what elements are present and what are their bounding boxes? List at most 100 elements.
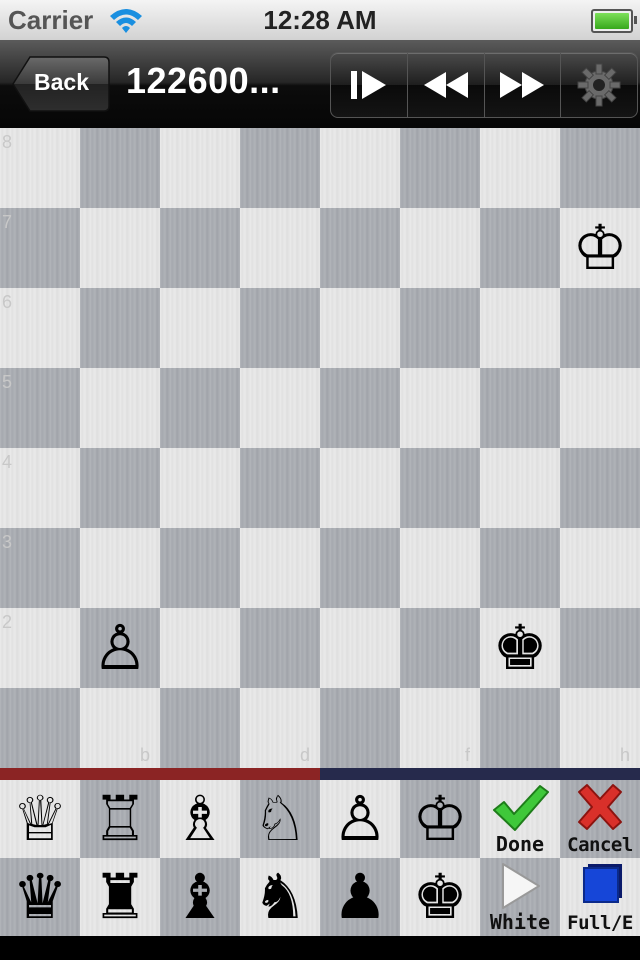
square-g8[interactable] — [480, 128, 560, 208]
square-a6[interactable]: 6 — [0, 288, 80, 368]
done-button[interactable]: Done — [480, 780, 560, 858]
square-d8[interactable] — [240, 128, 320, 208]
square-d2[interactable] — [240, 608, 320, 688]
square-g3[interactable] — [480, 528, 560, 608]
palette-black-queen[interactable]: ♛ — [0, 858, 80, 936]
square-a2[interactable]: 2 — [0, 608, 80, 688]
black-rook-icon: ♜ — [92, 860, 148, 933]
square-b1[interactable]: b — [80, 688, 160, 768]
square-h8[interactable] — [560, 128, 640, 208]
square-g5[interactable] — [480, 368, 560, 448]
square-c4[interactable] — [160, 448, 240, 528]
square-d7[interactable] — [240, 208, 320, 288]
square-c2[interactable] — [160, 608, 240, 688]
square-g1[interactable] — [480, 688, 560, 768]
black-king-icon[interactable]: ♚ — [492, 617, 548, 679]
palette-black-knight[interactable]: ♞ — [240, 858, 320, 936]
black-bishop-icon: ♝ — [172, 860, 228, 933]
square-c1[interactable] — [160, 688, 240, 768]
square-c7[interactable] — [160, 208, 240, 288]
side-to-move-button[interactable]: White — [480, 858, 560, 936]
rank-label: 6 — [2, 292, 13, 312]
palette-white-knight[interactable]: ♘ — [240, 780, 320, 858]
palette-white-king[interactable]: ♔ — [400, 780, 480, 858]
square-c5[interactable] — [160, 368, 240, 448]
square-f1[interactable]: f — [400, 688, 480, 768]
square-h3[interactable] — [560, 528, 640, 608]
palette-black-bishop[interactable]: ♝ — [160, 858, 240, 936]
square-e4[interactable] — [320, 448, 400, 528]
palette-white-bishop[interactable]: ♗ — [160, 780, 240, 858]
white-pawn-icon[interactable]: ♙ — [92, 617, 148, 679]
settings-button[interactable] — [560, 53, 637, 117]
palette-black-king[interactable]: ♚ — [400, 858, 480, 936]
bottom-strip — [0, 936, 640, 960]
square-a4[interactable]: 4 — [0, 448, 80, 528]
back-button[interactable]: Back — [12, 55, 110, 113]
square-b6[interactable] — [80, 288, 160, 368]
square-f5[interactable] — [400, 368, 480, 448]
square-f2[interactable] — [400, 608, 480, 688]
square-a7[interactable]: 7 — [0, 208, 80, 288]
square-b2[interactable]: ♙ — [80, 608, 160, 688]
square-a8[interactable]: 8 — [0, 128, 80, 208]
square-h7[interactable]: ♔ — [560, 208, 640, 288]
file-label: f — [464, 745, 470, 765]
square-e6[interactable] — [320, 288, 400, 368]
square-d4[interactable] — [240, 448, 320, 528]
square-f3[interactable] — [400, 528, 480, 608]
white-king-icon[interactable]: ♔ — [572, 217, 628, 279]
step-forward-button[interactable] — [331, 53, 407, 117]
square-a3[interactable]: 3 — [0, 528, 80, 608]
square-e1[interactable] — [320, 688, 400, 768]
square-g6[interactable] — [480, 288, 560, 368]
square-h6[interactable] — [560, 288, 640, 368]
file-label: h — [619, 745, 630, 765]
square-h1[interactable]: h — [560, 688, 640, 768]
white-side-bar — [0, 768, 320, 780]
square-a1[interactable] — [0, 688, 80, 768]
white-king-icon: ♔ — [412, 782, 468, 855]
square-g2[interactable]: ♚ — [480, 608, 560, 688]
square-b5[interactable] — [80, 368, 160, 448]
square-f8[interactable] — [400, 128, 480, 208]
square-e8[interactable] — [320, 128, 400, 208]
square-e5[interactable] — [320, 368, 400, 448]
square-b4[interactable] — [80, 448, 160, 528]
square-b8[interactable] — [80, 128, 160, 208]
square-a5[interactable]: 5 — [0, 368, 80, 448]
square-h2[interactable] — [560, 608, 640, 688]
square-e3[interactable] — [320, 528, 400, 608]
square-f6[interactable] — [400, 288, 480, 368]
fast-forward-button[interactable] — [483, 53, 561, 117]
square-g7[interactable] — [480, 208, 560, 288]
square-c6[interactable] — [160, 288, 240, 368]
square-f7[interactable] — [400, 208, 480, 288]
square-d6[interactable] — [240, 288, 320, 368]
square-h4[interactable] — [560, 448, 640, 528]
square-b7[interactable] — [80, 208, 160, 288]
palette-white-queen[interactable]: ♕ — [0, 780, 80, 858]
cancel-button[interactable]: Cancel — [560, 780, 640, 858]
square-g4[interactable] — [480, 448, 560, 528]
step-forward-icon — [350, 71, 386, 99]
palette-black-rook[interactable]: ♜ — [80, 858, 160, 936]
square-d5[interactable] — [240, 368, 320, 448]
rewind-button[interactable] — [406, 53, 484, 117]
square-h5[interactable] — [560, 368, 640, 448]
square-e2[interactable] — [320, 608, 400, 688]
square-d1[interactable]: d — [240, 688, 320, 768]
square-d3[interactable] — [240, 528, 320, 608]
white-rook-icon: ♖ — [92, 782, 148, 855]
square-f4[interactable] — [400, 448, 480, 528]
square-c8[interactable] — [160, 128, 240, 208]
palette-black-pawn[interactable]: ♟ — [320, 858, 400, 936]
palette-white-pawn[interactable]: ♙ — [320, 780, 400, 858]
white-queen-icon: ♕ — [12, 782, 68, 855]
square-b3[interactable] — [80, 528, 160, 608]
square-e7[interactable] — [320, 208, 400, 288]
full-empty-button[interactable]: Full/E — [560, 858, 640, 936]
palette-white-rook[interactable]: ♖ — [80, 780, 160, 858]
file-label: b — [139, 745, 150, 765]
square-c3[interactable] — [160, 528, 240, 608]
